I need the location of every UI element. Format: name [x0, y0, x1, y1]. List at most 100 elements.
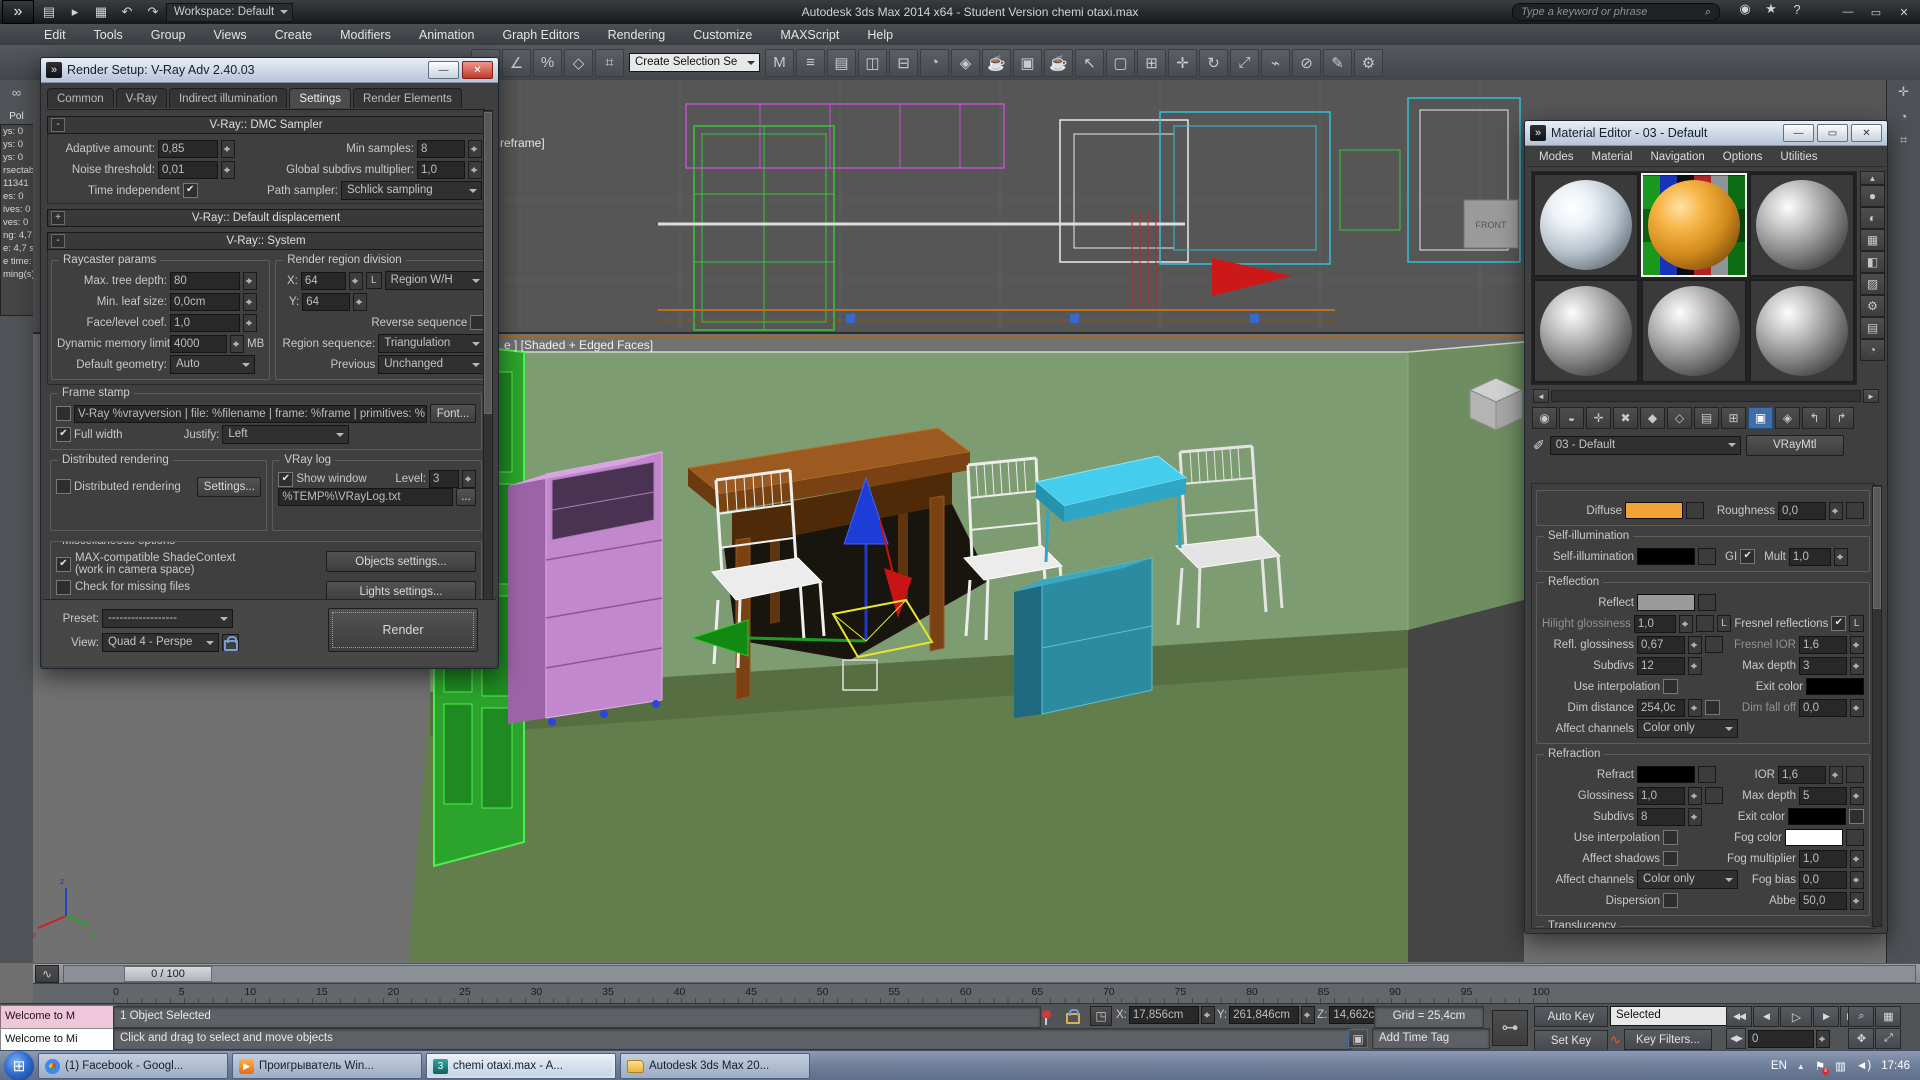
assign-to-selection-icon[interactable]: ✛ [1586, 407, 1611, 429]
pan-icon[interactable]: ✥ [1848, 1028, 1874, 1049]
slots-scroll-up[interactable]: ▲ [1860, 171, 1885, 185]
material-editor-icon[interactable]: ◈ [951, 49, 980, 77]
me-menu-options[interactable]: Options [1715, 147, 1771, 166]
layer-manager-icon[interactable]: ▤ [827, 49, 856, 77]
background-icon[interactable]: ▦ [1860, 229, 1885, 251]
save-file-icon[interactable]: ▦ [90, 3, 112, 21]
min-leaf-size-field[interactable]: 0,0cm [170, 293, 240, 311]
material-editor-titlebar[interactable]: » Material Editor - 03 - Default — ▭ ✕ [1525, 121, 1887, 146]
new-key-curve-icon[interactable]: ∿ [1610, 1032, 1621, 1048]
refl-glossiness-field[interactable]: 0,67 [1637, 636, 1685, 654]
spinner[interactable] [243, 293, 257, 311]
go-to-start-button[interactable]: ◀◀ [1726, 1006, 1752, 1027]
search-icon[interactable]: ⌕ [1705, 6, 1711, 19]
clock[interactable]: 17:46 [1881, 1060, 1910, 1072]
3dsmax-logo-icon[interactable]: » [2, 0, 34, 24]
full-width-checkbox[interactable] [56, 427, 71, 442]
missing-files-checkbox[interactable] [56, 580, 71, 595]
vraylog-path-field[interactable]: %TEMP%\VRayLog.txt [278, 488, 453, 506]
rotate-icon[interactable]: ↻ [1199, 49, 1228, 77]
dispersion-checkbox[interactable] [1663, 893, 1678, 908]
justify-dropdown[interactable]: Left [222, 425, 349, 444]
refr-subdivs-field[interactable]: 8 [1637, 808, 1685, 826]
default-geometry-dropdown[interactable]: Auto [170, 355, 255, 374]
ior-field[interactable]: 1,6 [1778, 766, 1826, 784]
tab-render-elements[interactable]: Render Elements [353, 88, 462, 108]
command-panel-modify-icon[interactable]: ◔ [1887, 104, 1920, 128]
render-setup-icon[interactable]: ☕ [982, 49, 1011, 77]
menu-tools[interactable]: Tools [80, 24, 137, 45]
edit-named-selections-icon[interactable]: ⌗ [595, 49, 624, 77]
link-icon[interactable]: ⌁ [1261, 49, 1290, 77]
show-in-viewport-icon[interactable]: ▣ [1748, 407, 1773, 429]
glossiness-field[interactable]: 1,0 [1637, 787, 1685, 805]
level-field[interactable]: 3 [429, 470, 459, 488]
put-to-library-icon[interactable]: ▤ [1694, 407, 1719, 429]
sample-type-icon[interactable]: ● [1860, 185, 1885, 207]
map-button[interactable] [1696, 615, 1714, 632]
show-end-result-icon[interactable]: ◈ [1775, 407, 1800, 429]
add-time-tag[interactable]: Add Time Tag [1372, 1028, 1490, 1049]
shade-context-checkbox[interactable] [56, 557, 71, 572]
selection-region-icon[interactable]: ⊞ [1137, 49, 1166, 77]
fog-color-swatch[interactable] [1785, 829, 1843, 846]
distributed-rendering-checkbox[interactable] [56, 479, 71, 494]
transform-typein-mode-icon[interactable]: ◳ [1090, 1006, 1112, 1026]
sample-uv-tiling-icon[interactable]: ◧ [1860, 251, 1885, 273]
spinner[interactable] [230, 335, 244, 353]
x-coordinate-field[interactable]: 17,856cm [1129, 1006, 1199, 1024]
workspace-dropdown[interactable]: Workspace: Default [166, 3, 293, 22]
min-samples-spinner[interactable] [468, 140, 482, 158]
get-material-icon[interactable]: ◉ [1532, 407, 1557, 429]
time-independent-checkbox[interactable] [183, 183, 198, 198]
spinner-snap-icon[interactable]: ◇ [564, 49, 593, 77]
select-object-icon[interactable]: ↖ [1075, 49, 1104, 77]
tab-common[interactable]: Common [47, 88, 114, 108]
rendered-frame-window-icon[interactable]: ▣ [1013, 49, 1042, 77]
infocenter-favorites-icon[interactable]: ★ [1760, 0, 1782, 18]
slots-scroll-right[interactable]: ► [1863, 389, 1879, 403]
exit-color-swatch[interactable] [1806, 678, 1864, 695]
isolate-selection-pin-icon[interactable] [1042, 1010, 1051, 1019]
material-slot-2-selected[interactable] [1641, 173, 1747, 277]
me-menu-material[interactable]: Material [1584, 147, 1641, 166]
region-lock-button[interactable]: L [366, 272, 382, 289]
tab-vray[interactable]: V-Ray [116, 88, 167, 108]
me-menu-navigation[interactable]: Navigation [1642, 147, 1712, 166]
menu-customize[interactable]: Customize [679, 24, 766, 45]
tray-expand-icon[interactable]: ▲ [1797, 1062, 1805, 1071]
pick-material-eyedropper-icon[interactable]: ✐ [1533, 437, 1545, 454]
menu-help[interactable]: Help [853, 24, 907, 45]
gi-checkbox[interactable] [1740, 549, 1755, 564]
search-input[interactable]: Type a keyword or phrase ⌕ [1512, 3, 1720, 21]
set-key-button[interactable]: Set Key [1534, 1030, 1608, 1051]
render-setup-minimize-button[interactable]: — [428, 61, 459, 79]
options-icon[interactable]: ▤ [1860, 317, 1885, 339]
maxscript-macro-recorder[interactable]: Welcome to M [0, 1005, 116, 1029]
rollout-dmc-sampler[interactable]: - V-Ray:: DMC Sampler [47, 116, 485, 134]
dim-distance-checkbox[interactable] [1705, 700, 1720, 715]
spinner[interactable] [1829, 502, 1843, 520]
move-icon[interactable]: ✛ [1168, 49, 1197, 77]
render-setup-scrollbar[interactable] [483, 110, 493, 620]
spinner[interactable] [1201, 1006, 1215, 1024]
me-minimize-button[interactable]: — [1783, 124, 1814, 142]
redo-icon[interactable]: ↷ [142, 3, 164, 21]
face-level-coef-field[interactable]: 1,0 [170, 314, 240, 332]
previous-frame-button[interactable]: ◀ [1753, 1006, 1779, 1027]
key-mode-dropdown[interactable]: Selected [1610, 1006, 1739, 1026]
menu-group[interactable]: Group [137, 24, 200, 45]
time-ruler[interactable]: 05 1015 2025 3035 4045 5055 6065 7075 80… [33, 983, 1920, 1004]
menu-graph-editors[interactable]: Graph Editors [488, 24, 593, 45]
start-button[interactable]: ⊞ [4, 1051, 34, 1080]
material-slot-5[interactable] [1641, 279, 1747, 383]
menu-maxscript[interactable]: MAXScript [766, 24, 853, 45]
frame-stamp-field[interactable]: V-Ray %vrayversion | file: %filename | f… [74, 405, 427, 423]
language-indicator[interactable]: EN [1771, 1060, 1787, 1072]
map-button[interactable] [1705, 787, 1723, 804]
material-slot-4[interactable] [1533, 279, 1639, 383]
global-subdivs-spinner[interactable] [468, 161, 482, 179]
spinner[interactable] [1301, 1006, 1315, 1024]
menu-views[interactable]: Views [199, 24, 260, 45]
tab-settings[interactable]: Settings [289, 88, 351, 108]
